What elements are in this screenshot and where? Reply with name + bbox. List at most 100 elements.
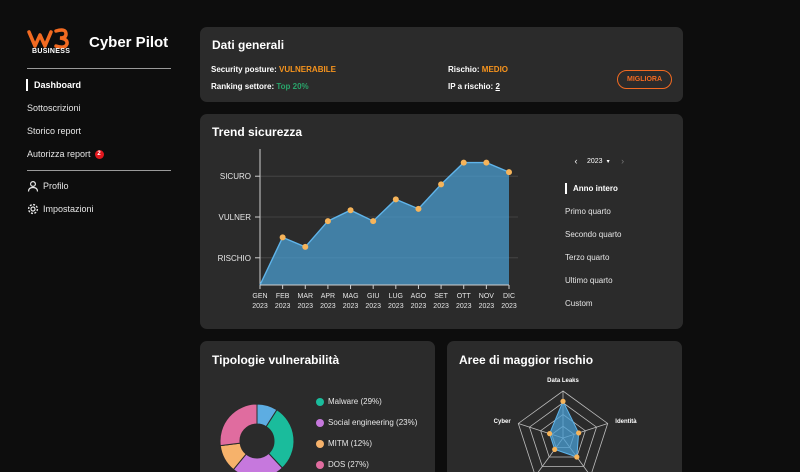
user-icon [27,180,39,192]
x-tick-label-month: AGO [411,293,427,300]
radar-axis-label: Data Leaks [547,378,579,384]
migliora-button[interactable]: MIGLIORA [617,70,672,89]
ranking-label: Ranking settore: [211,82,275,91]
radar-axis-label: Cyber [494,419,512,425]
ip-a-rischio: IP a rischio: 2 [448,82,500,91]
x-tick-label-year: 2023 [297,303,313,310]
sidebar: BUSINESS Cyber Pilot Dashboard Sottoscri… [0,0,190,472]
chevron-right-icon[interactable]: › [618,156,628,166]
logo-subtitle: BUSINESS [32,48,71,55]
data-point [347,207,354,214]
security-posture-value: VULNERABILE [279,65,336,74]
x-tick-label-month: LUG [389,293,403,300]
data-point [370,218,377,225]
year-selector: ‹ 2023 ▾ › [571,156,628,166]
x-tick-label-year: 2023 [479,303,495,310]
data-point [506,169,512,176]
x-tick-label-month: SET [434,293,448,300]
sidebar-item-profilo[interactable]: Profilo [27,179,69,193]
sidebar-item-label: Impostazioni [43,204,94,214]
sidebar-item-dashboard[interactable]: Dashboard [26,78,82,92]
sidebar-item-storico-report[interactable]: Storico report [27,124,81,138]
trend-chart: RISCHIO VULNER SICURO GEN 2023 FEB 2023 MAR 2023… [218,149,518,310]
data-point [460,159,467,166]
x-tick-label-month: OTT [457,293,472,300]
x-tick-label-year: 2023 [343,303,359,310]
brand-logo[interactable]: BUSINESS [26,26,76,60]
x-tick-label-month: NOV [479,293,495,300]
legend-label: Social engineering (23%) [328,418,418,427]
sidebar-item-label: Profilo [43,181,69,191]
legend-item-mitm: MITM (12%) [316,439,372,448]
sidebar-item-label: Dashboard [34,80,82,90]
radar-point [576,430,582,436]
legend-item-social-engineering: Social engineering (23%) [316,418,417,427]
sidebar-divider [27,68,171,69]
period-ultimo-quarto[interactable]: Ultimo quarto [565,276,613,285]
security-posture-label: Security posture: [211,65,277,74]
chevron-left-icon[interactable]: ‹ [571,156,581,166]
x-tick-label-year: 2023 [501,303,517,310]
x-tick-label-month: FEB [276,293,290,300]
donut-slice [219,403,258,447]
sidebar-divider [27,170,171,171]
rischio: Rischio: MEDIO [448,65,508,74]
period-custom[interactable]: Custom [565,299,593,308]
trend-card: Trend sicurezza RISCHIO VULNER SICURO GEN 20… [200,114,683,329]
legend-item-malware: Malware (29%) [316,397,382,406]
x-tick-label-year: 2023 [365,303,381,310]
data-point [302,243,309,250]
period-secondo-quarto[interactable]: Secondo quarto [565,230,622,239]
active-indicator [26,79,28,91]
ranking-value: Top 20% [276,82,309,91]
data-point [483,159,490,166]
sidebar-item-impostazioni[interactable]: Impostazioni [27,202,94,216]
x-tick-label-month: MAG [343,293,359,300]
area-fill [260,162,509,285]
gear-icon [27,203,39,215]
data-point [438,181,445,188]
sidebar-item-autorizza-report[interactable]: Autorizza report 2 [27,147,104,161]
legend-label: DOS (27%) [328,460,369,469]
sidebar-item-sottoscrizioni[interactable]: Sottoscrizioni [27,101,81,115]
vulnerability-types-card: Tipologie vulnerabilità Malware (29%) So… [200,341,435,472]
data-point [279,234,286,241]
sidebar-item-label: Storico report [27,126,82,136]
period-label: Anno intero [573,184,618,193]
radar-point [552,446,558,453]
x-tick-label-month: DIC [503,293,515,300]
period-anno-intero[interactable]: Anno intero [565,183,618,194]
period-terzo-quarto[interactable]: Terzo quarto [565,253,609,262]
x-tick-label-month: GEN [252,293,267,300]
legend-swatch [316,439,324,448]
x-tick-label-month: MAR [297,293,313,300]
legend-label: MITM (12%) [328,439,372,448]
y-tick-label: SICURO [220,172,251,181]
security-posture: Security posture: VULNERABILE [211,65,336,74]
app-title: Cyber Pilot [89,34,169,51]
legend-item-dos: DOS (27%) [316,460,369,469]
radar-axis-label: Identità [615,419,637,425]
period-primo-quarto[interactable]: Primo quarto [565,207,611,216]
ip-label: IP a rischio: [448,82,494,91]
x-tick-label-year: 2023 [456,303,472,310]
data-point [415,205,422,212]
x-tick-label-year: 2023 [433,303,449,310]
x-tick-label-month: APR [321,293,335,300]
risk-radar-chart: Data LeaksIdentitàVulnerabilitàEsfiltrat… [494,378,637,472]
general-data-card: Dati generali Security posture: VULNERAB… [200,27,683,102]
radar-point [574,454,580,460]
legend-swatch [316,397,324,406]
data-point [392,196,399,203]
x-tick-label-year: 2023 [320,303,336,310]
x-tick-label-year: 2023 [252,303,268,310]
ip-value-link[interactable]: 2 [495,82,499,91]
rischio-value: MEDIO [481,65,509,74]
x-tick-label-year: 2023 [275,303,291,310]
caret-down-icon[interactable]: ▾ [607,158,610,165]
radar-point [560,398,566,404]
legend-swatch [316,418,324,427]
risk-areas-card: Aree di maggior rischio Data Leaks Identi… [447,341,682,472]
data-point [324,218,331,225]
year-value[interactable]: 2023 [587,158,603,165]
